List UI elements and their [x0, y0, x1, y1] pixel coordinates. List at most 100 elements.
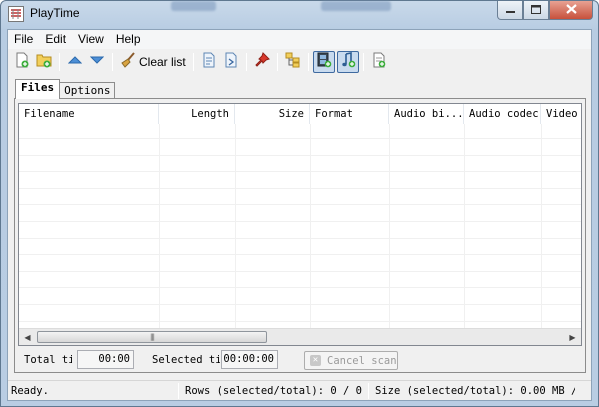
cancel-scan-button[interactable]: ✕ Cancel scan	[304, 351, 398, 370]
add-file-button[interactable]	[11, 51, 33, 73]
client-area: File Edit View Help Clear list Files Opt…	[7, 29, 592, 401]
menu-edit[interactable]: Edit	[39, 30, 72, 49]
selected-time-field: 00:00:00	[221, 350, 278, 369]
export-icon	[201, 52, 217, 71]
app-icon[interactable]	[8, 6, 24, 22]
column-header-size[interactable]: Size	[235, 104, 310, 124]
grid-line	[19, 221, 581, 222]
tab-options[interactable]: Options	[59, 82, 116, 99]
toolbar: Clear list	[8, 49, 591, 74]
export-alt-button[interactable]	[220, 51, 242, 73]
grid-line	[19, 154, 581, 156]
grid-line	[19, 204, 581, 206]
add-folder-icon	[36, 52, 52, 71]
move-down-button[interactable]	[86, 51, 108, 73]
column-header-length[interactable]: Length	[159, 104, 235, 124]
menu-help[interactable]: Help	[110, 30, 147, 49]
pin-icon	[254, 52, 270, 71]
column-header-audio-codec[interactable]: Audio codec	[464, 104, 541, 124]
menu-bar: File Edit View Help	[8, 30, 591, 49]
video-filter-icon	[316, 52, 332, 71]
column-header-audio-bitrate[interactable]: Audio bi...	[389, 104, 464, 124]
grid-line	[19, 237, 581, 239]
scroll-left-icon[interactable]: ◀	[19, 329, 36, 345]
list-header: Filename Length Size Format Audio bi... …	[19, 104, 581, 124]
column-header-filename[interactable]: Filename	[19, 104, 159, 124]
clear-list-label: Clear list	[139, 54, 186, 69]
total-time-label: Total time	[24, 354, 72, 366]
tree-icon	[285, 52, 301, 71]
cancel-icon: ✕	[310, 355, 321, 366]
file-list[interactable]: Filename Length Size Format Audio bi... …	[18, 103, 582, 346]
audio-filter-icon	[340, 52, 356, 71]
menu-view[interactable]: View	[72, 30, 110, 49]
move-up-button[interactable]	[64, 51, 86, 73]
rows-count: Rows (selected/total): 0 / 0	[185, 385, 363, 397]
document-button[interactable]	[368, 51, 390, 73]
minimize-icon	[505, 4, 515, 17]
grid-line	[389, 124, 390, 328]
scroll-right-icon[interactable]: ▶	[564, 329, 581, 345]
grid-line	[310, 124, 311, 328]
column-header-format[interactable]: Format	[310, 104, 389, 124]
status-separator	[178, 383, 179, 399]
maximize-button[interactable]	[523, 1, 549, 20]
background-blur	[171, 1, 216, 11]
grip-icon: |||	[149, 333, 155, 341]
audio-filter-toggle[interactable]	[336, 50, 359, 73]
status-separator	[368, 383, 369, 399]
app-window: PlayTime File Edit View Help Clear list …	[0, 0, 599, 407]
toolbar-separator	[112, 52, 113, 71]
tree-button[interactable]	[282, 51, 304, 73]
cancel-scan-label: Cancel scan	[327, 354, 397, 367]
tab-strip: Files Options	[15, 79, 116, 99]
caption-buttons	[497, 1, 593, 20]
grid-line	[159, 124, 160, 328]
maximize-icon	[531, 4, 541, 17]
horizontal-scrollbar[interactable]: ◀ ||| ▶	[19, 328, 581, 345]
files-panel: Filename Length Size Format Audio bi... …	[14, 98, 586, 373]
grid-line	[19, 320, 581, 322]
document-icon	[371, 52, 387, 71]
broom-icon	[120, 52, 136, 71]
add-folder-button[interactable]	[33, 51, 55, 73]
clear-list-button[interactable]: Clear list	[117, 51, 189, 73]
export-alt-icon	[223, 52, 239, 71]
window-title: PlayTime	[30, 6, 80, 20]
move-up-icon	[67, 55, 83, 68]
toolbar-separator	[192, 52, 194, 71]
grid-line	[19, 254, 581, 256]
status-text: Ready.	[11, 385, 49, 397]
minimize-button[interactable]	[497, 1, 523, 20]
column-header-video[interactable]: Video	[541, 104, 581, 124]
scroll-thumb[interactable]: |||	[37, 331, 267, 343]
selected-time-label: Selected time	[152, 354, 220, 366]
toolbar-separator	[362, 52, 364, 71]
export-button[interactable]	[198, 51, 220, 73]
grid-line	[19, 171, 581, 173]
background-blur	[321, 1, 391, 11]
grid-line	[19, 270, 581, 272]
grid-line	[19, 304, 581, 305]
grid-line	[235, 124, 236, 328]
video-filter-toggle[interactable]	[312, 50, 335, 73]
add-file-icon	[14, 52, 30, 71]
menu-file[interactable]: File	[8, 30, 39, 49]
pin-button[interactable]	[251, 51, 273, 73]
close-icon	[565, 3, 577, 17]
grid-line	[464, 124, 465, 328]
list-body	[19, 124, 581, 328]
close-button[interactable]	[549, 1, 593, 20]
grid-line	[19, 138, 581, 139]
toolbar-separator	[245, 52, 247, 71]
toolbar-separator	[59, 52, 60, 71]
tab-files[interactable]: Files	[15, 79, 61, 99]
status-bar: Ready. Rows (selected/total): 0 / 0 Size…	[8, 380, 591, 400]
toolbar-separator	[276, 52, 278, 71]
size-total: Size (selected/total): 0.00 MB / 0.00 MB	[375, 385, 575, 397]
move-down-icon	[89, 55, 105, 68]
grid-line	[19, 187, 581, 189]
toolbar-separator	[307, 52, 309, 71]
title-bar[interactable]: PlayTime	[1, 1, 598, 29]
grid-line	[19, 287, 581, 289]
